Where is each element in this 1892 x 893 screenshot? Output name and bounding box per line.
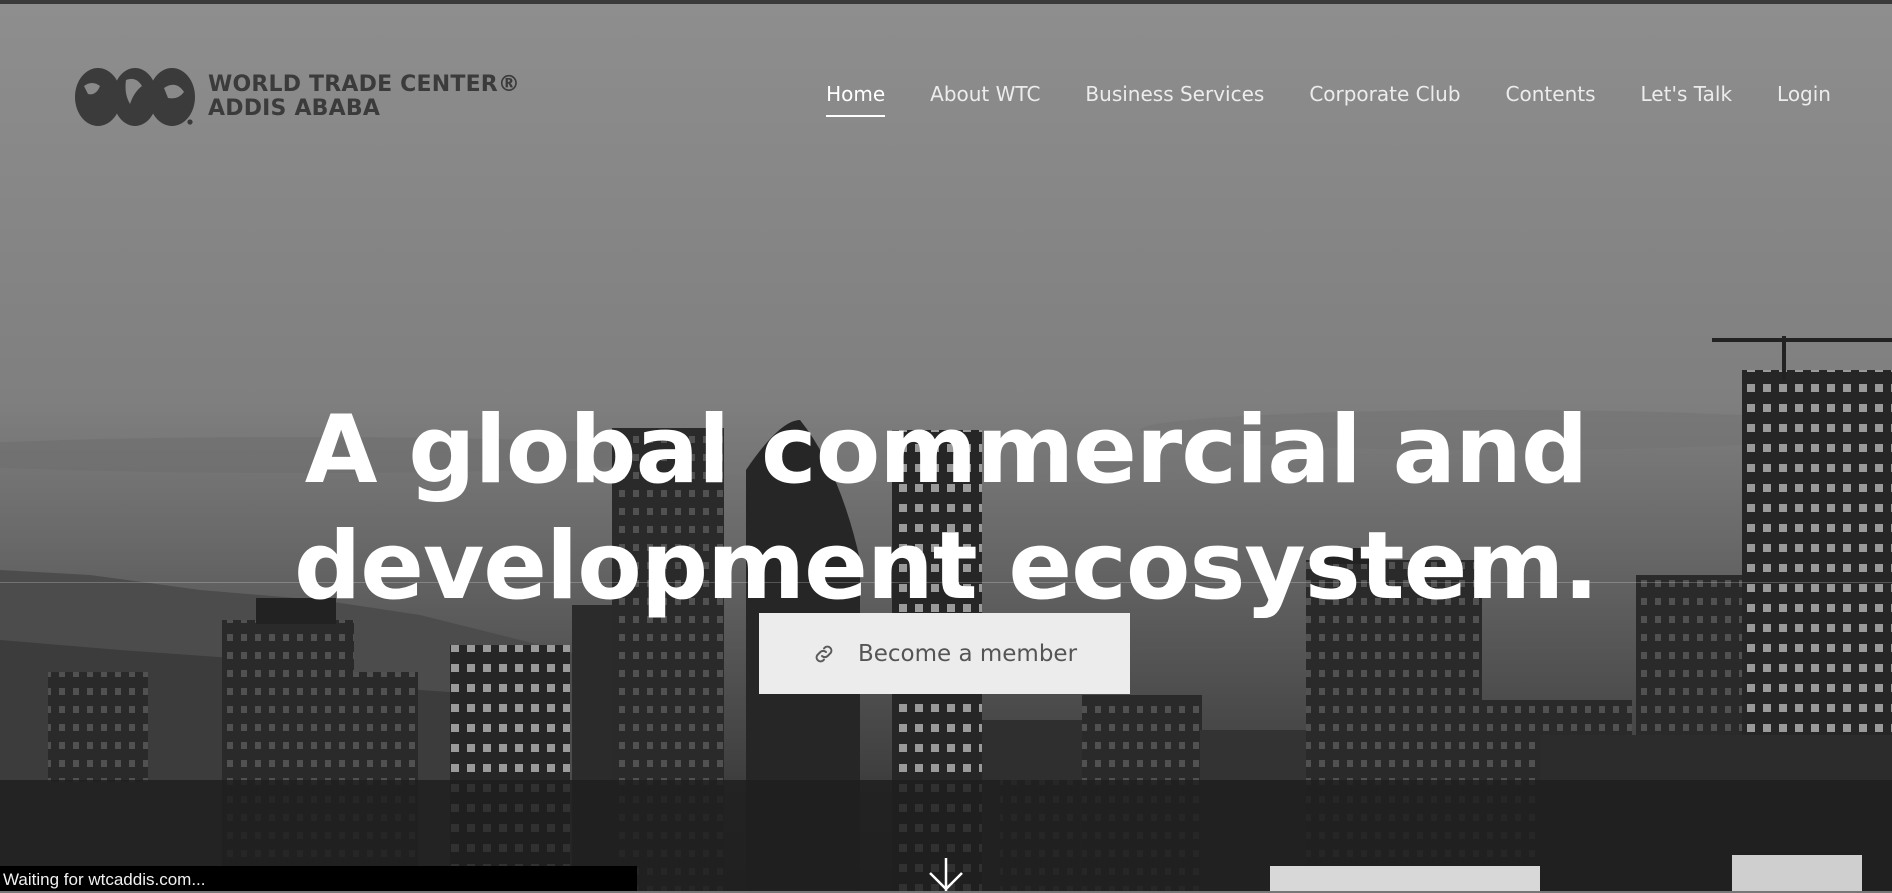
hero-section: WORLD TRADE CENTER® ADDIS ABABA Home Abo…: [0, 0, 1892, 891]
hero-headline: A global commercial and development ecos…: [0, 393, 1892, 625]
main-nav: Home About WTC Business Services Corpora…: [826, 82, 1831, 117]
brand-title: WORLD TRADE CENTER®: [208, 72, 521, 97]
headline-line-2: development ecosystem.: [293, 511, 1599, 621]
headline-line-1: A global commercial and: [304, 395, 1589, 505]
hero-divider: [0, 582, 1892, 583]
become-member-button[interactable]: Become a member: [759, 613, 1130, 694]
globe-logo-icon: [75, 68, 195, 126]
cta-label: Become a member: [857, 640, 1078, 667]
arrow-down-icon[interactable]: [926, 858, 966, 891]
nav-business-services[interactable]: Business Services: [1085, 82, 1264, 117]
nav-corporate-club[interactable]: Corporate Club: [1309, 82, 1460, 117]
nav-login[interactable]: Login: [1777, 82, 1831, 117]
top-border: [0, 0, 1892, 4]
brand-subtitle: ADDIS ABABA: [208, 96, 381, 121]
nav-home[interactable]: Home: [826, 82, 886, 117]
browser-status-bar: Waiting for wtcaddis.com...: [0, 866, 637, 891]
nav-contents[interactable]: Contents: [1506, 82, 1596, 117]
link-icon: [815, 645, 833, 662]
wtc-logo[interactable]: WORLD TRADE CENTER® ADDIS ABABA: [74, 66, 520, 128]
nav-lets-talk[interactable]: Let's Talk: [1641, 82, 1733, 117]
nav-about-wtc[interactable]: About WTC: [930, 82, 1040, 117]
